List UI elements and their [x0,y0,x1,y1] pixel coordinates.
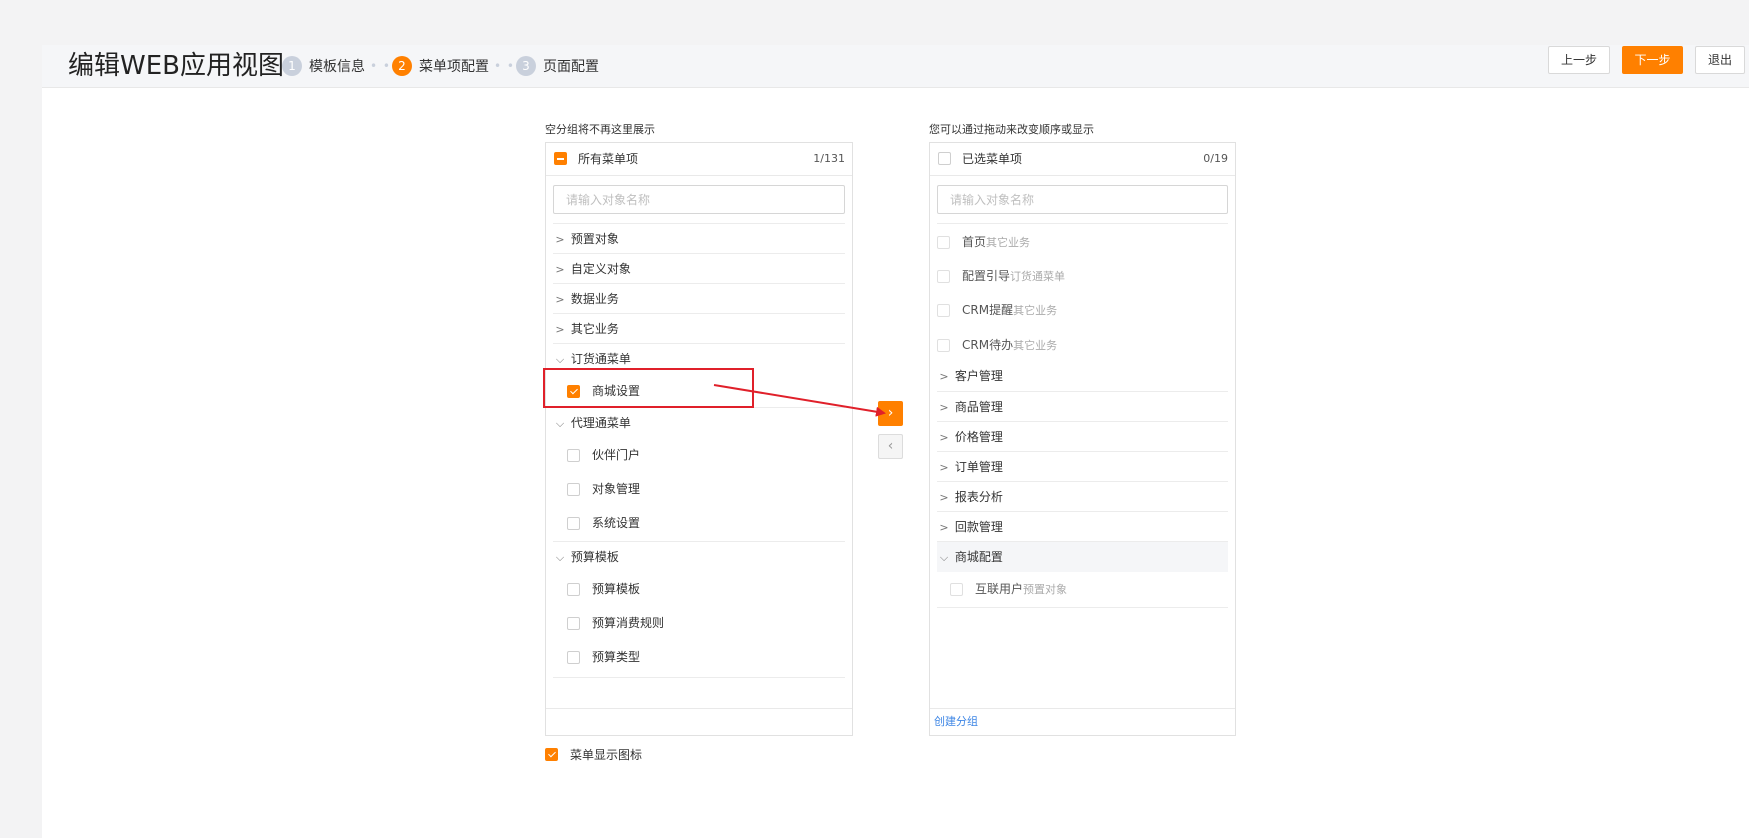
annotation-arrow [713,384,886,417]
